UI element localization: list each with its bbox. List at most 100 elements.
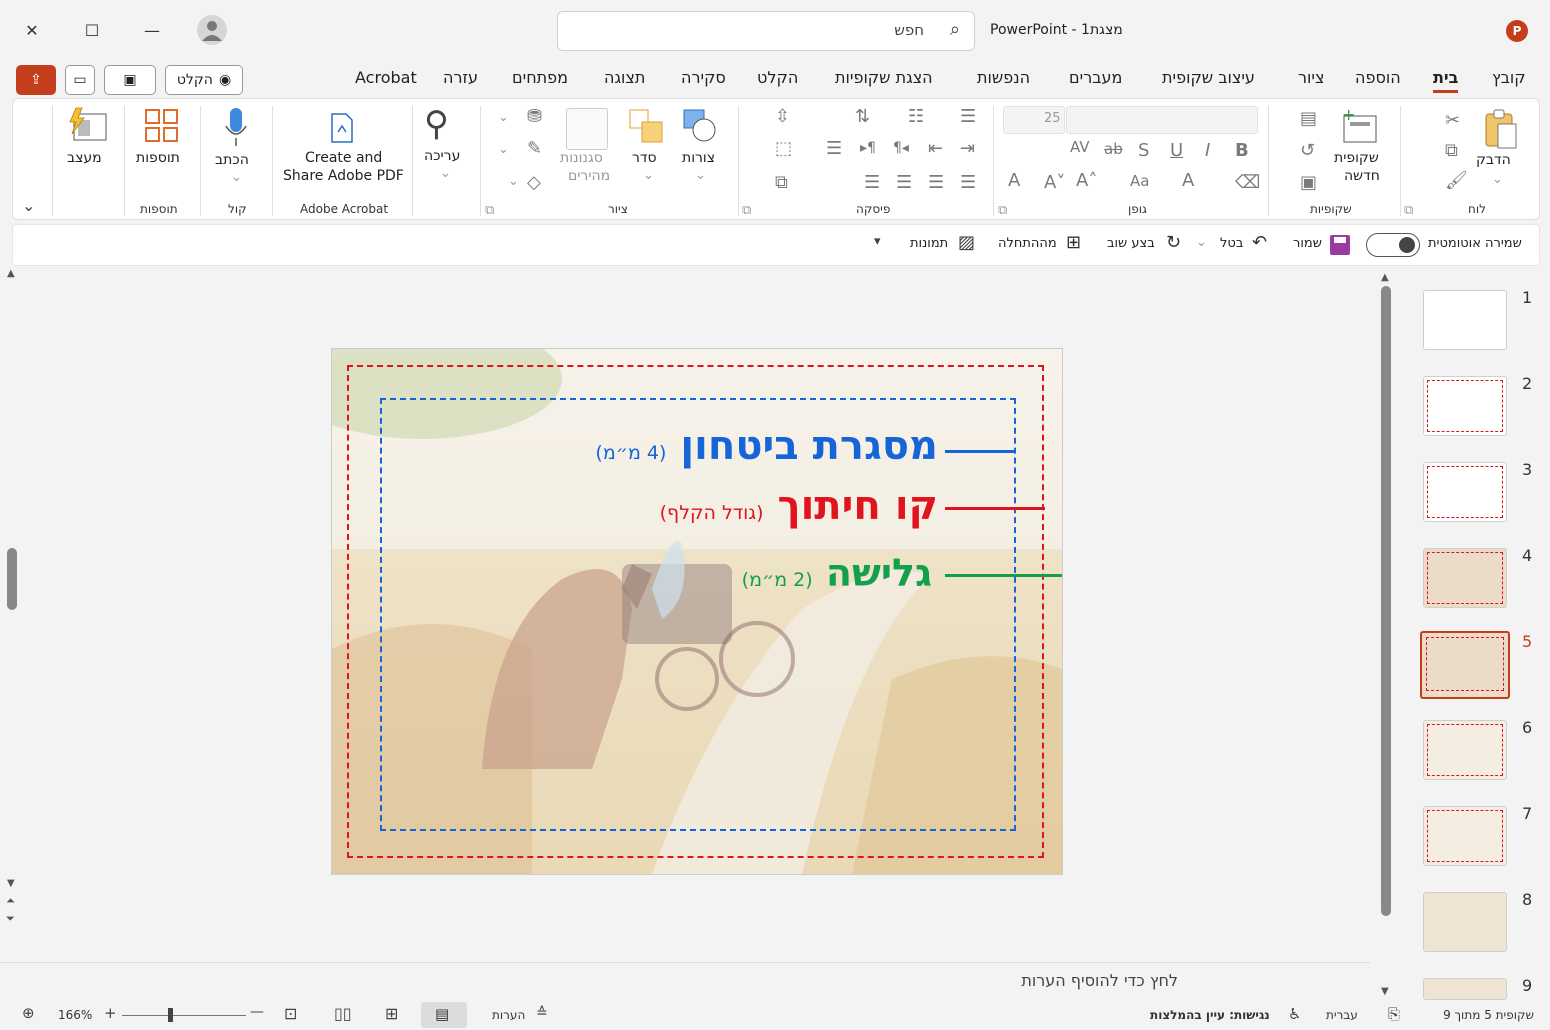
ltr-icon[interactable]: ▸¶: [860, 140, 876, 156]
reset-icon[interactable]: ↺: [1300, 140, 1315, 161]
undo-icon[interactable]: ↶: [1252, 232, 1267, 253]
pictures-label[interactable]: תמונות: [910, 236, 948, 251]
align-text-icon[interactable]: ⬚: [775, 138, 792, 159]
scroll-down-icon[interactable]: ▼: [7, 878, 15, 889]
align-center-icon[interactable]: ☰: [928, 172, 944, 193]
change-case-icon[interactable]: Aa: [1130, 172, 1149, 190]
arrange-button[interactable]: סדר: [632, 150, 657, 166]
rtl-icon[interactable]: ¶◂: [893, 140, 909, 156]
share-button[interactable]: ⇪: [16, 65, 56, 95]
line-spacing-icon[interactable]: ⇅: [855, 106, 870, 127]
notes-pane[interactable]: לחץ כדי להוסיף הערות: [0, 962, 1370, 999]
slide-thumbnail-1[interactable]: [1423, 290, 1507, 350]
slide-thumbnail-2[interactable]: [1423, 376, 1507, 436]
slide-thumbnail-5[interactable]: [1420, 631, 1510, 699]
pictures-icon[interactable]: ▨: [958, 232, 975, 253]
tab-record[interactable]: הקלט: [757, 68, 798, 87]
text-direction-icon[interactable]: ⇳: [775, 106, 790, 127]
new-slide-label-1[interactable]: שקופית: [1334, 150, 1379, 166]
dialog-launcher-icon[interactable]: ⧉: [485, 203, 494, 218]
next-slide-icon[interactable]: ⏷: [6, 912, 15, 926]
find-icon[interactable]: ⚲: [424, 104, 449, 144]
text-effects-icon[interactable]: A: [1008, 170, 1020, 191]
shadow-icon[interactable]: S: [1138, 140, 1149, 161]
dialog-launcher-icon[interactable]: ⧉: [998, 203, 1007, 218]
slide-sorter-icon[interactable]: ⊞: [385, 1004, 398, 1023]
shape-effects-icon[interactable]: ◇: [527, 172, 541, 193]
tab-transitions[interactable]: מעברים: [1069, 68, 1122, 87]
indent-icon[interactable]: ⇥: [960, 138, 975, 159]
slide-thumbnail-3[interactable]: [1423, 462, 1507, 522]
slide-thumbnail-8[interactable]: [1423, 892, 1507, 952]
record-button[interactable]: ◉ הקלט: [165, 65, 243, 95]
justify-icon[interactable]: ☰: [864, 172, 880, 193]
tab-animations[interactable]: הנפשות: [977, 68, 1030, 87]
chevron-down-icon[interactable]: ⌄: [1492, 172, 1503, 187]
minimize-button[interactable]: —: [132, 10, 172, 50]
chevron-down-icon[interactable]: ⌄: [231, 170, 242, 185]
outdent-icon[interactable]: ⇤: [928, 138, 943, 159]
chevron-down-icon[interactable]: ⌄: [1196, 235, 1207, 250]
microphone-icon[interactable]: [222, 106, 250, 148]
thumbs-scrollbar-thumb[interactable]: [1381, 286, 1391, 916]
from-start-icon[interactable]: ⊞: [1066, 232, 1081, 253]
language-label[interactable]: עברית: [1326, 1008, 1358, 1022]
notes-icon[interactable]: ≙: [536, 1005, 548, 1021]
save-icon[interactable]: [1330, 235, 1350, 255]
tab-file[interactable]: קובץ: [1492, 68, 1526, 87]
strikethrough-icon[interactable]: ab: [1104, 140, 1123, 158]
chevron-down-icon[interactable]: ⌄: [643, 168, 654, 183]
previous-slide-icon[interactable]: ⏶: [6, 894, 15, 908]
thumbs-scroll-up-icon[interactable]: ▲: [1381, 272, 1389, 283]
from-start-label[interactable]: מההתחלה: [998, 236, 1057, 251]
scroll-up-icon[interactable]: ▲: [7, 268, 15, 279]
italic-icon[interactable]: I: [1205, 140, 1210, 161]
redo-label[interactable]: בצע שוב: [1107, 236, 1155, 251]
clear-format-icon[interactable]: ⌫: [1235, 172, 1260, 193]
paste-icon[interactable]: [1480, 108, 1520, 150]
slideshow-icon[interactable]: ⊡: [284, 1004, 297, 1023]
notes-button[interactable]: הערות: [492, 1008, 525, 1022]
zoom-slider-track[interactable]: [122, 1015, 246, 1016]
new-slide-icon[interactable]: +: [1340, 105, 1380, 148]
align-right-icon[interactable]: ☰: [960, 172, 976, 193]
save-label[interactable]: שמור: [1293, 236, 1322, 251]
vertical-scrollbar-thumb[interactable]: [7, 548, 17, 610]
align-left-icon[interactable]: ☰: [896, 172, 912, 193]
zoom-out-button[interactable]: —: [250, 1004, 264, 1020]
undo-label[interactable]: בטל: [1220, 236, 1243, 251]
autosave-toggle[interactable]: [1366, 233, 1420, 257]
fit-slide-icon[interactable]: ⊕: [22, 1004, 35, 1022]
numbering-icon[interactable]: ☷: [908, 106, 924, 127]
tab-review[interactable]: סקירה: [681, 68, 726, 87]
close-button[interactable]: ✕: [12, 10, 52, 50]
new-slide-label-2[interactable]: חדשה: [1344, 168, 1380, 184]
quick-styles-icon[interactable]: [566, 108, 608, 150]
slide-thumbnail-4[interactable]: [1423, 548, 1507, 608]
copy-icon[interactable]: ⧉: [1445, 140, 1458, 161]
underline-icon[interactable]: U: [1170, 140, 1183, 161]
chevron-down-icon[interactable]: ⌄: [508, 174, 519, 189]
paste-button[interactable]: הדבק: [1476, 152, 1511, 168]
zoom-slider-thumb[interactable]: [168, 1008, 173, 1022]
tab-draw[interactable]: ציור: [1298, 68, 1324, 87]
shape-outline-icon[interactable]: ✎: [527, 138, 542, 159]
thumbs-scroll-down-icon[interactable]: ▼: [1381, 986, 1389, 997]
font-name-box[interactable]: [1066, 106, 1258, 134]
shrink-font-icon[interactable]: A˅: [1044, 172, 1065, 193]
smartart-icon[interactable]: ⧉: [775, 172, 788, 193]
designer-icon[interactable]: [68, 106, 108, 144]
tab-insert[interactable]: הוספה: [1355, 68, 1401, 87]
bold-icon[interactable]: B: [1235, 140, 1249, 161]
tab-home[interactable]: בית: [1433, 68, 1459, 93]
maximize-button[interactable]: ☐: [72, 10, 112, 50]
tab-view[interactable]: תצוגה: [604, 68, 645, 87]
zoom-level[interactable]: 166%: [58, 1008, 92, 1022]
accessibility-icon[interactable]: ♿: [1288, 1005, 1301, 1023]
addins-button[interactable]: תוספות: [136, 150, 180, 166]
chevron-down-icon[interactable]: ⌄: [498, 142, 509, 157]
arrange-icon[interactable]: [628, 108, 666, 144]
teams-button[interactable]: ▣: [104, 65, 156, 95]
font-size-box[interactable]: 25: [1003, 106, 1065, 134]
char-spacing-icon[interactable]: AV: [1070, 138, 1090, 156]
